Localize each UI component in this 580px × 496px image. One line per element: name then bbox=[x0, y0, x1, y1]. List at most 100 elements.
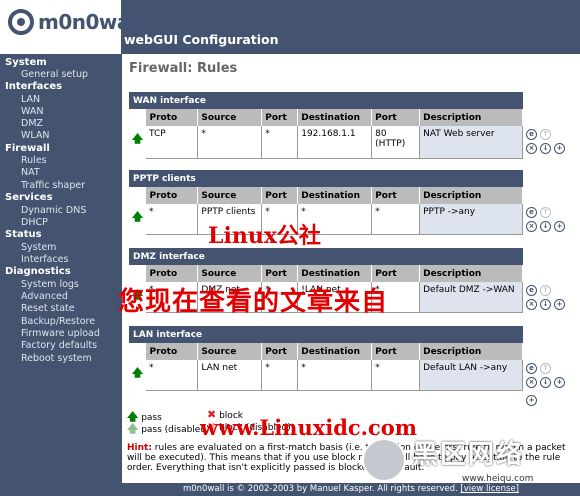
col-proto: Proto bbox=[145, 343, 199, 360]
nav-group-system: System bbox=[5, 57, 47, 68]
nav-item-factory-defaults[interactable]: Factory defaults bbox=[21, 340, 97, 351]
cell-dport: * bbox=[371, 204, 421, 235]
cell-destination: 192.168.1.1 bbox=[297, 126, 373, 159]
footer: m0n0wall is © 2002-2003 by Manuel Kasper… bbox=[122, 483, 580, 496]
col-description: Description bbox=[419, 187, 523, 204]
col-proto: Proto bbox=[145, 265, 199, 282]
add-icon[interactable]: + bbox=[554, 143, 565, 154]
nav-group-status: Status bbox=[5, 229, 42, 240]
nav-item-wlan[interactable]: WLAN bbox=[21, 130, 50, 141]
col-port: Port bbox=[261, 343, 299, 360]
nav-item-rules[interactable]: Rules bbox=[21, 155, 47, 166]
cell-port: * bbox=[261, 360, 299, 391]
col-destination: Destination bbox=[297, 343, 373, 360]
nav-item-dmz[interactable]: DMZ bbox=[21, 118, 43, 129]
logo-icon bbox=[8, 9, 34, 35]
nav-item-wan[interactable]: WAN bbox=[21, 106, 43, 117]
nav-item-dynamic-dns[interactable]: Dynamic DNS bbox=[21, 205, 86, 216]
footer-copyright: m0n0wall is © 2002-2003 by Manuel Kasper… bbox=[182, 484, 458, 494]
rules-section-lan: LAN interface Proto Source Port Destinat… bbox=[129, 326, 523, 391]
col-dport: Port bbox=[371, 187, 421, 204]
col-source: Source bbox=[197, 265, 263, 282]
table-row[interactable]: 🡅 * PPTP clients * * * PPTP ->any bbox=[129, 204, 523, 235]
edit-icon[interactable]: e bbox=[526, 129, 537, 140]
watermark-site: www.heiqu.com bbox=[462, 474, 534, 484]
col-port: Port bbox=[261, 109, 299, 126]
col-destination: Destination bbox=[297, 265, 373, 282]
edit-icon[interactable]: e bbox=[526, 207, 537, 218]
col-source: Source bbox=[197, 187, 263, 204]
nav-item-system-logs[interactable]: System logs bbox=[21, 279, 79, 290]
move-down-icon[interactable]: ↓ bbox=[540, 299, 551, 310]
pass-icon: 🡅 bbox=[129, 204, 146, 234]
nav-item-advanced[interactable]: Advanced bbox=[21, 291, 68, 302]
col-port: Port bbox=[261, 187, 299, 204]
nav-item-reboot-system[interactable]: Reboot system bbox=[21, 353, 92, 364]
nav-item-status-interfaces[interactable]: Interfaces bbox=[21, 254, 68, 265]
nav-item-lan[interactable]: LAN bbox=[21, 94, 40, 105]
nav-group-services: Services bbox=[5, 192, 53, 203]
page-title: Firewall: Rules bbox=[129, 61, 238, 76]
add-icon[interactable]: + bbox=[554, 299, 565, 310]
add-rule-icon[interactable]: + bbox=[526, 395, 537, 406]
nav-group-interfaces: Interfaces bbox=[5, 81, 63, 92]
app-title: webGUI Configuration bbox=[124, 32, 279, 47]
add-icon[interactable]: + bbox=[554, 221, 565, 232]
col-proto: Proto bbox=[145, 187, 199, 204]
cell-destination: * bbox=[297, 360, 373, 391]
move-down-icon[interactable]: ↓ bbox=[540, 377, 551, 388]
rules-table: Proto Source Port Destination Port Descr… bbox=[129, 187, 523, 235]
move-up-icon[interactable]: ↑ bbox=[540, 285, 551, 296]
rules-section-wan: WAN interface Proto Source Port Destinat… bbox=[129, 92, 523, 159]
section-title: WAN interface bbox=[129, 92, 523, 109]
delete-icon[interactable]: × bbox=[526, 299, 537, 310]
cell-proto: TCP bbox=[145, 126, 199, 159]
table-row[interactable]: 🡅 TCP * * 192.168.1.1 80 (HTTP) NAT Web … bbox=[129, 126, 523, 159]
nav-item-nat[interactable]: NAT bbox=[21, 167, 40, 178]
nav-item-firmware-upload[interactable]: Firmware upload bbox=[21, 328, 100, 339]
delete-icon[interactable]: × bbox=[526, 377, 537, 388]
cell-source: LAN net bbox=[197, 360, 263, 391]
nav-group-firewall: Firewall bbox=[5, 143, 50, 154]
col-port: Port bbox=[261, 265, 299, 282]
pass-icon: 🡅 bbox=[129, 126, 146, 158]
edit-icon[interactable]: e bbox=[526, 285, 537, 296]
logo-text: m0n0wall bbox=[38, 10, 143, 34]
cell-source: * bbox=[197, 126, 263, 159]
move-up-icon[interactable]: ↑ bbox=[540, 363, 551, 374]
add-icon[interactable]: + bbox=[554, 377, 565, 388]
col-destination: Destination bbox=[297, 187, 373, 204]
col-dport: Port bbox=[371, 109, 421, 126]
nav-item-dhcp[interactable]: DHCP bbox=[21, 217, 48, 228]
rules-section-pptp: PPTP clients Proto Source Port Destinati… bbox=[129, 170, 523, 235]
delete-icon[interactable]: × bbox=[526, 143, 537, 154]
delete-icon[interactable]: × bbox=[526, 221, 537, 232]
col-description: Description bbox=[419, 109, 523, 126]
nav-item-reset-state[interactable]: Reset state bbox=[21, 303, 75, 314]
header-bar: m0n0wall webGUI Configuration bbox=[0, 0, 580, 54]
rules-table: Proto Source Port Destination Port Descr… bbox=[129, 109, 523, 159]
logo[interactable]: m0n0wall bbox=[0, 0, 143, 54]
cell-description: Default LAN ->any bbox=[419, 360, 523, 391]
move-down-icon[interactable]: ↓ bbox=[540, 143, 551, 154]
col-description: Description bbox=[419, 265, 523, 282]
nav-item-general-setup[interactable]: General setup bbox=[21, 69, 88, 80]
col-description: Description bbox=[419, 343, 523, 360]
rules-table: Proto Source Port Destination Port Descr… bbox=[129, 343, 523, 391]
license-link[interactable]: [view license] bbox=[460, 484, 519, 494]
nav-item-status-system[interactable]: System bbox=[21, 242, 56, 253]
table-header: Proto Source Port Destination Port Descr… bbox=[129, 109, 523, 126]
nav-group-diagnostics: Diagnostics bbox=[5, 266, 71, 277]
move-down-icon[interactable]: ↓ bbox=[540, 221, 551, 232]
edit-icon[interactable]: e bbox=[526, 363, 537, 374]
cell-description: NAT Web server bbox=[419, 126, 523, 159]
move-up-icon[interactable]: ↑ bbox=[540, 207, 551, 218]
table-row[interactable]: 🡅 * LAN net * * * Default LAN ->any bbox=[129, 360, 523, 391]
section-title: PPTP clients bbox=[129, 170, 523, 187]
cell-dport: * bbox=[371, 360, 421, 391]
move-up-icon[interactable]: ↑ bbox=[540, 129, 551, 140]
col-source: Source bbox=[197, 343, 263, 360]
cell-description: Default DMZ ->WAN bbox=[419, 282, 523, 313]
nav-item-traffic-shaper[interactable]: Traffic shaper bbox=[21, 180, 85, 191]
nav-item-backup-restore[interactable]: Backup/Restore bbox=[21, 316, 95, 327]
